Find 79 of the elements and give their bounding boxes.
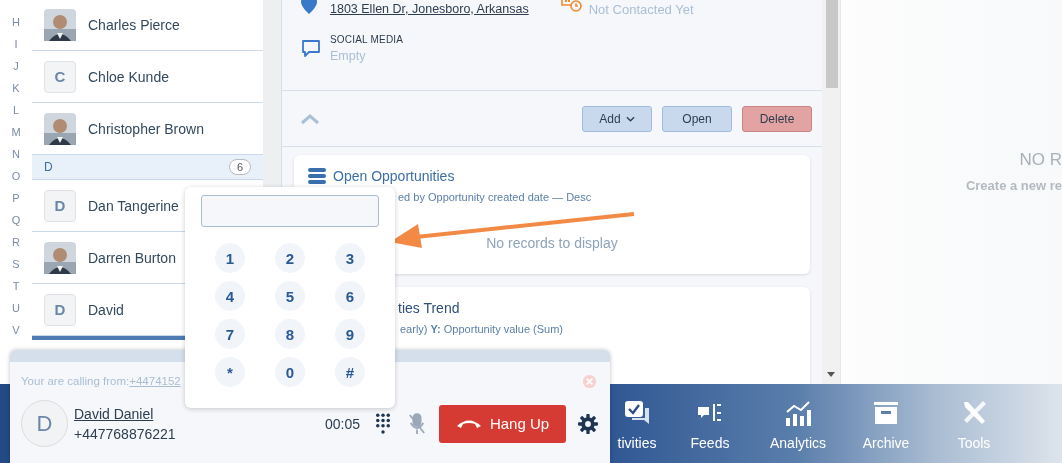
contact-name: Dan Tangerine xyxy=(88,197,179,214)
hang-up-button[interactable]: Hang Up xyxy=(439,404,566,443)
dialpad-icon[interactable] xyxy=(376,412,390,435)
chevron-up-icon[interactable] xyxy=(300,112,320,125)
dialpad-key[interactable]: # xyxy=(335,357,365,387)
dialpad-key[interactable]: 5 xyxy=(275,281,305,311)
contact-name: Christopher Brown xyxy=(88,120,204,137)
nav-item[interactable]: Analytics xyxy=(758,384,838,463)
phone-icon xyxy=(455,418,482,429)
mic-off-icon[interactable] xyxy=(408,412,426,435)
card-subtitle: early) Y: Opportunity value (Sum) xyxy=(400,323,565,335)
alphabet-letter[interactable]: M xyxy=(11,124,21,146)
alphabet-letter[interactable]: H xyxy=(12,14,20,36)
settings-icon[interactable] xyxy=(578,413,598,434)
card-subtitle: ed by Opportunity created date — Desc xyxy=(398,191,593,203)
alphabet-letter[interactable]: I xyxy=(14,36,18,58)
scrollbar[interactable] xyxy=(822,0,840,384)
nav-item[interactable]: Feeds xyxy=(670,384,750,463)
alphabet-letter[interactable]: K xyxy=(12,80,20,102)
alphabet-letter[interactable]: S xyxy=(12,256,20,278)
phone-number: +447768876221 xyxy=(74,425,176,442)
dialpad-key[interactable]: 4 xyxy=(215,281,245,311)
empty-title: NO R xyxy=(1019,150,1062,170)
contact-item[interactable]: Charles Pierce xyxy=(32,0,263,51)
nav-item[interactable]: tivities xyxy=(612,384,662,463)
dialpad-key[interactable]: * xyxy=(215,357,245,387)
scrollbar-thumb[interactable] xyxy=(826,0,838,88)
empty-hint: Create a new re xyxy=(965,178,1062,193)
chart-icon xyxy=(783,398,813,428)
avatar-initial: D xyxy=(44,189,76,222)
dialpad-key[interactable]: 9 xyxy=(335,319,365,349)
call-timer: 00:05 xyxy=(324,415,360,432)
dialpad-key[interactable]: 6 xyxy=(335,281,365,311)
alphabet-letter[interactable]: L xyxy=(12,102,20,124)
alphabet-letter[interactable]: J xyxy=(13,58,19,80)
dialpad-key[interactable]: 3 xyxy=(335,243,365,273)
toolbar-button[interactable]: Open xyxy=(662,105,732,132)
dialpad-key[interactable]: 1 xyxy=(215,243,245,273)
contact-item[interactable]: C Chloe Kunde xyxy=(32,51,263,103)
avatar-initial: D xyxy=(21,400,68,447)
contact-status: Not Contacted Yet xyxy=(588,2,694,17)
contact-name: Charles Pierce xyxy=(88,17,180,33)
contact-name: Chloe Kunde xyxy=(88,68,169,85)
calendar-clock-icon xyxy=(560,0,583,13)
scroll-down-icon[interactable] xyxy=(827,372,835,377)
group-letter: D xyxy=(44,160,53,174)
dialpad-key[interactable]: 0 xyxy=(275,357,305,387)
field-label: SOCIAL MEDIA xyxy=(330,34,404,45)
calling-from-label: Your are calling from: xyxy=(21,375,130,387)
alphabet-letter[interactable]: O xyxy=(11,168,21,190)
alphabet-letter[interactable]: R xyxy=(12,234,20,256)
avatar-initial: C xyxy=(44,60,76,93)
alphabet-letter[interactable]: V xyxy=(12,322,20,344)
contact-name-link[interactable]: David Daniel xyxy=(74,405,176,422)
alphabet-letter[interactable]: P xyxy=(12,190,20,212)
empty-message: No records to display xyxy=(486,235,618,251)
caret-icon xyxy=(625,115,635,122)
dropdown-button[interactable]: Add xyxy=(582,105,652,132)
chat-bubble-icon xyxy=(301,38,321,59)
close-icon[interactable] xyxy=(582,373,597,389)
dialpad-key[interactable]: 2 xyxy=(275,243,305,273)
contact-name: David xyxy=(88,301,124,318)
dialpad-key[interactable]: 7 xyxy=(215,319,245,349)
contact-name: Darren Burton xyxy=(88,249,176,266)
alphabet-letter[interactable]: U xyxy=(12,300,20,322)
count-badge: 6 xyxy=(228,159,251,175)
alphabet-letter[interactable]: T xyxy=(12,278,20,300)
toolbar-button[interactable]: Delete xyxy=(742,105,812,132)
alphabet-letter[interactable]: N xyxy=(12,146,20,168)
number-input-field[interactable] xyxy=(201,195,379,227)
location-pin-icon xyxy=(301,0,317,14)
card-title[interactable]: ties Trend xyxy=(398,300,460,316)
list-icon xyxy=(308,168,326,184)
alphabet-letter[interactable]: Q xyxy=(11,212,21,234)
dialpad-key[interactable]: 8 xyxy=(275,319,305,349)
avatar-initial: D xyxy=(44,293,76,326)
card-title[interactable]: Open Opportunities xyxy=(333,168,455,184)
field-value: Empty xyxy=(330,49,367,63)
address-link[interactable]: 1803 Ellen Dr, Jonesboro, Arkansas xyxy=(330,2,529,16)
